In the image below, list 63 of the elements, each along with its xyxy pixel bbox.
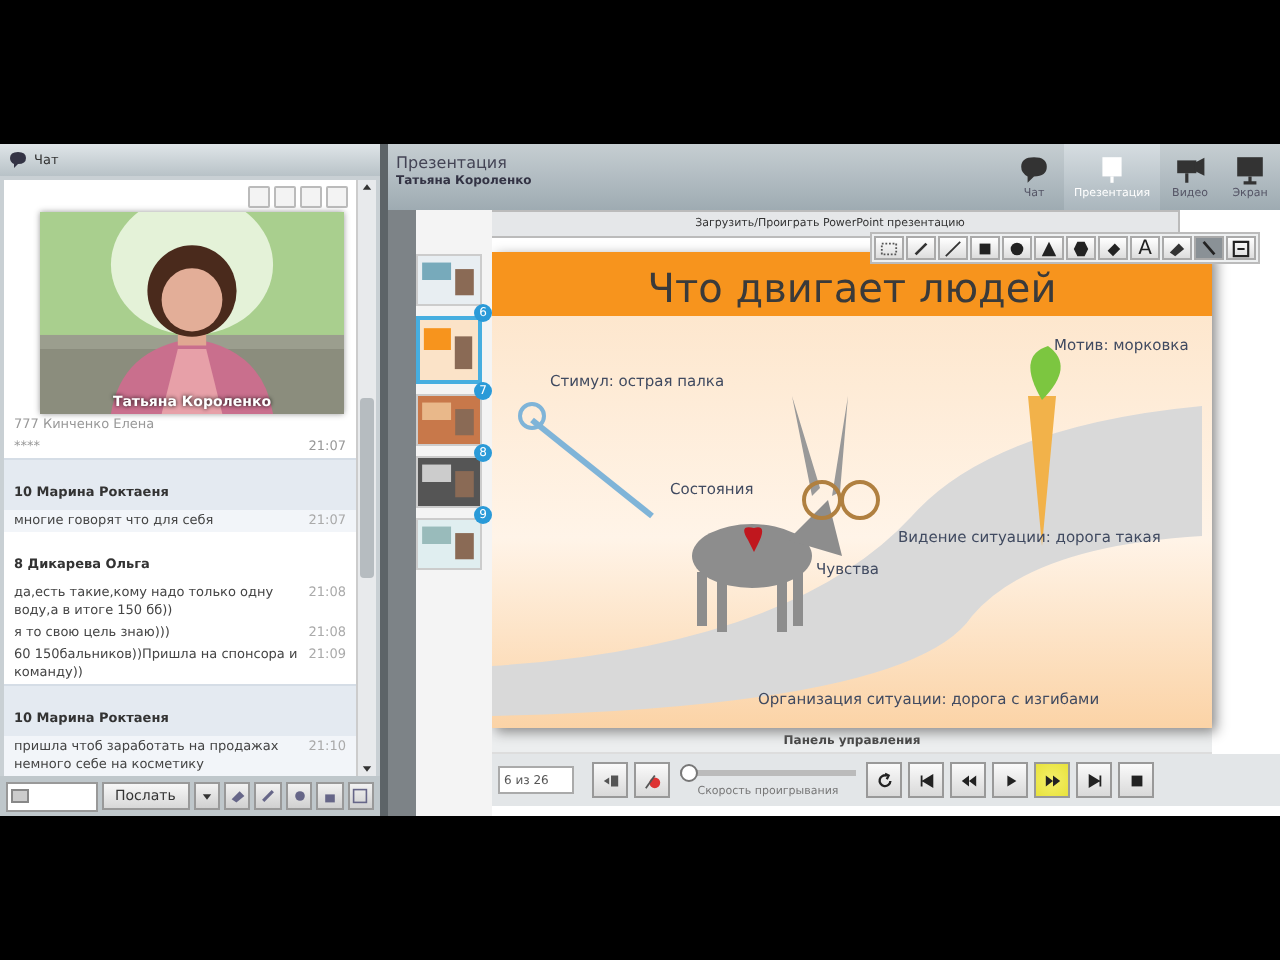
record-icon xyxy=(643,771,661,789)
draw-tool[interactable] xyxy=(938,236,968,260)
record-button[interactable] xyxy=(634,762,670,798)
caret-icon xyxy=(199,789,214,803)
playback-button[interactable] xyxy=(908,762,944,798)
draw-tool[interactable] xyxy=(1098,236,1128,260)
slide-in-icon xyxy=(601,771,619,789)
view-button[interactable] xyxy=(285,782,313,810)
monitor-icon xyxy=(1234,154,1266,186)
square-icon xyxy=(976,239,994,257)
save-icon xyxy=(1232,239,1250,257)
scrollbar-thumb[interactable] xyxy=(360,398,374,578)
draw-tool[interactable] xyxy=(1226,236,1256,260)
playback-button[interactable] xyxy=(992,762,1028,798)
camera-icon xyxy=(1174,154,1206,186)
fit-button[interactable] xyxy=(592,762,628,798)
message-field[interactable] xyxy=(6,781,98,811)
skip-back-icon xyxy=(917,771,935,789)
scroll-up-icon xyxy=(360,180,374,194)
triangle-icon xyxy=(1040,239,1058,257)
skip-forward-icon xyxy=(1085,771,1103,789)
link-button[interactable] xyxy=(254,782,282,810)
playback-button[interactable] xyxy=(866,762,902,798)
save-button[interactable] xyxy=(347,782,375,810)
selection-icon xyxy=(880,239,898,257)
draw-tool[interactable] xyxy=(970,236,1000,260)
slide-thumbnail[interactable] xyxy=(416,456,482,508)
stop-icon xyxy=(1127,771,1145,789)
lock-button[interactable] xyxy=(316,782,344,810)
panel-title: Презентация xyxy=(396,154,509,172)
slide-thumbnail[interactable] xyxy=(416,394,482,446)
playback-button[interactable] xyxy=(1076,762,1112,798)
circle-icon xyxy=(1008,239,1026,257)
draw-tool[interactable] xyxy=(1194,236,1224,260)
speech-bubble-icon xyxy=(1018,154,1050,186)
draw-tool[interactable] xyxy=(1002,236,1032,260)
slide-thumbnail[interactable] xyxy=(416,316,482,384)
draw-tool[interactable] xyxy=(1162,236,1192,260)
fast-forward-icon xyxy=(1043,771,1061,789)
screen-board-icon xyxy=(1096,154,1128,186)
eraser-icon xyxy=(229,788,246,804)
dropdown-button[interactable] xyxy=(193,782,220,810)
speech-bubble-icon xyxy=(8,150,28,170)
playback-button[interactable] xyxy=(950,762,986,798)
slide-title: Что двигает людей xyxy=(647,264,1057,312)
slider-thumb[interactable] xyxy=(680,763,698,781)
eraser-button[interactable] xyxy=(223,782,251,810)
refresh-icon xyxy=(875,771,893,789)
draw-tool[interactable] xyxy=(1034,236,1064,260)
line-icon xyxy=(944,239,962,257)
eraser-icon xyxy=(1168,239,1186,257)
play-icon xyxy=(1001,771,1019,789)
image-icon xyxy=(10,786,30,806)
slide-thumbnail[interactable] xyxy=(416,254,482,306)
draw-tool[interactable] xyxy=(1066,236,1096,260)
draw-tool[interactable] xyxy=(906,236,936,260)
slide-thumbnail[interactable] xyxy=(416,518,482,570)
save-icon xyxy=(352,788,369,804)
text-tool[interactable]: A xyxy=(1130,236,1160,260)
rewind-icon xyxy=(959,771,977,789)
pencil-icon xyxy=(912,239,930,257)
playback-button[interactable] xyxy=(1034,762,1070,798)
playback-button[interactable] xyxy=(1118,762,1154,798)
